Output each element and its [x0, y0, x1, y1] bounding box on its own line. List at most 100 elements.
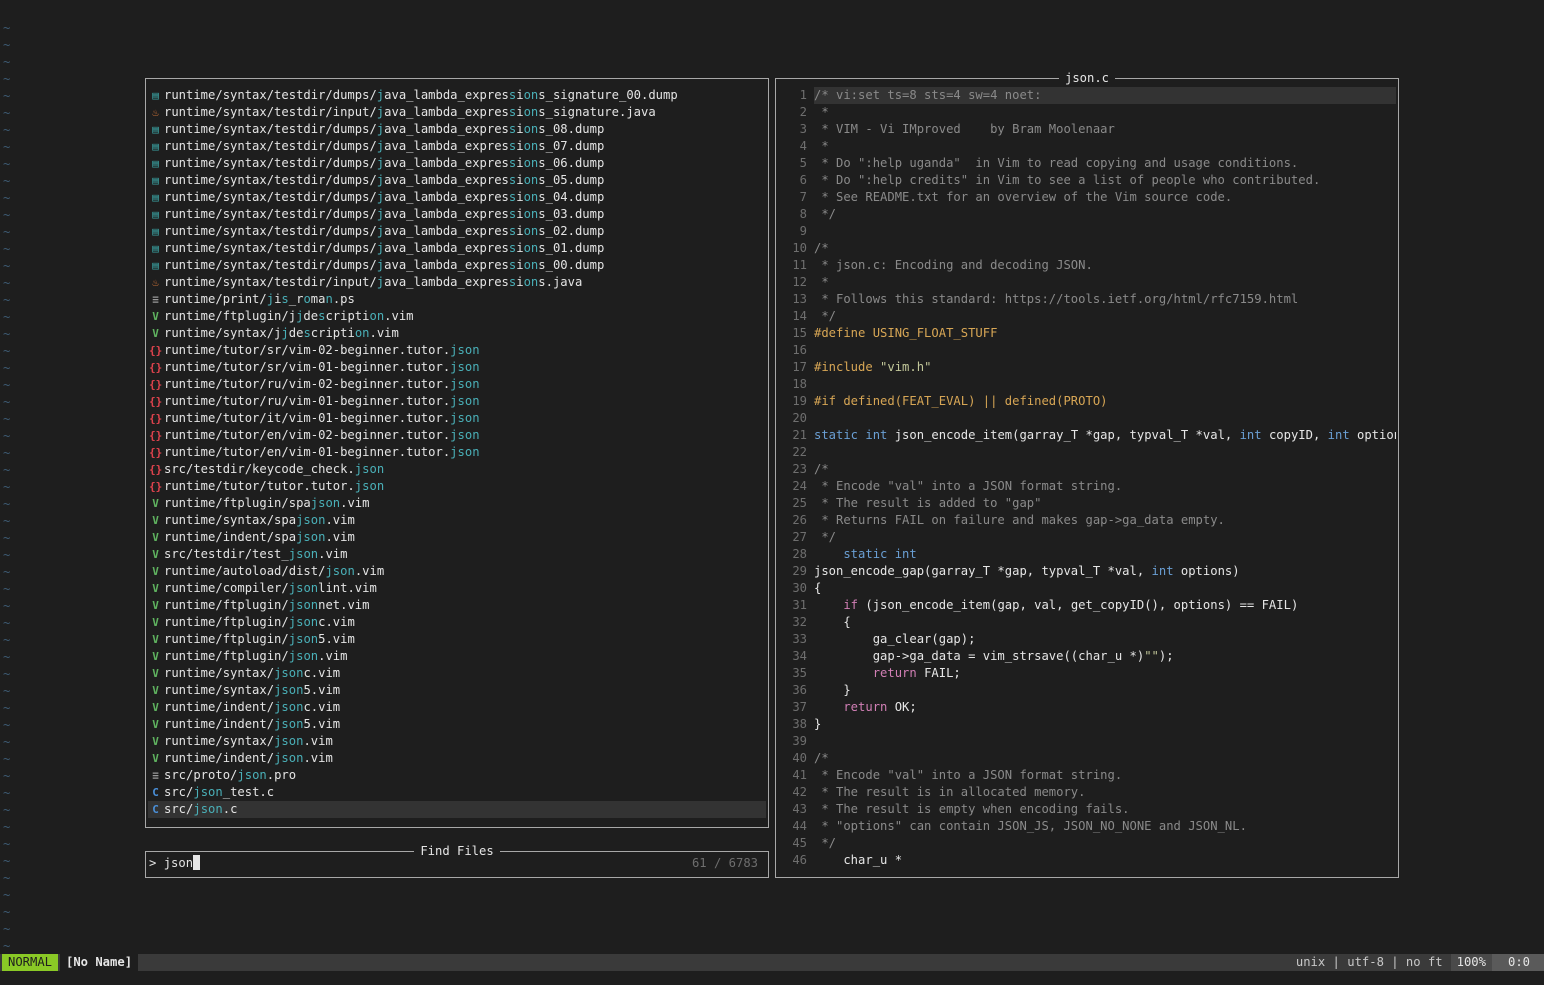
path-text: .vim	[325, 530, 355, 544]
result-row[interactable]: Vruntime/ftplugin/spajson.vim	[148, 495, 766, 512]
result-row[interactable]: Vruntime/indent/json5.vim	[148, 716, 766, 733]
result-row[interactable]: {} runtime/tutor/ru/vim-02-beginner.tutor…	[148, 376, 766, 393]
result-row[interactable]: Vruntime/syntax/jjdescription.vim	[148, 325, 766, 342]
result-row[interactable]: Vruntime/compiler/jsonlint.vim	[148, 580, 766, 597]
code-text: if (json_encode_item(gap, val, get_copyI…	[814, 597, 1396, 614]
search-input[interactable]: json	[164, 856, 193, 870]
result-row[interactable]: {} runtime/tutor/tutor.tutor.json	[148, 478, 766, 495]
result-row[interactable]: ▤ runtime/syntax/testdir/dumps/java_lambd…	[148, 138, 766, 155]
line-number: 6	[799, 173, 807, 187]
result-row[interactable]: ▤ runtime/syntax/testdir/dumps/java_lambd…	[148, 240, 766, 257]
path-text: .vim	[303, 734, 333, 748]
result-row[interactable]: Vruntime/ftplugin/jsonnet.vim	[148, 597, 766, 614]
code-line: 11 * json.c: Encoding and decoding JSON.	[776, 257, 1396, 274]
line-number: 14	[792, 309, 807, 323]
result-row[interactable]: {} runtime/tutor/sr/vim-02-beginner.tutor…	[148, 342, 766, 359]
result-row[interactable]: {} runtime/tutor/en/vim-02-beginner.tutor…	[148, 427, 766, 444]
path-text: cripti	[310, 326, 355, 340]
result-row[interactable]: Vruntime/ftplugin/json5.vim	[148, 631, 766, 648]
path-text: runtime/syntax/testdir/dumps/	[164, 139, 377, 153]
result-row[interactable]: Vruntime/autoload/dist/json.vim	[148, 563, 766, 580]
result-row[interactable]: ≡ runtime/print/jis_roman.ps	[148, 291, 766, 308]
result-row[interactable]: Vruntime/ftplugin/jsonc.vim	[148, 614, 766, 631]
line-number: 20	[792, 411, 807, 425]
result-row[interactable]: {} runtime/tutor/en/vim-01-beginner.tutor…	[148, 444, 766, 461]
empty-line-marker: ~	[3, 55, 11, 69]
result-row[interactable]: {} runtime/tutor/ru/vim-01-beginner.tutor…	[148, 393, 766, 410]
result-row[interactable]: ≡ src/proto/json.pro	[148, 767, 766, 784]
empty-line-marker: ~	[3, 701, 11, 715]
result-row[interactable]: Vruntime/syntax/jsonc.vim	[148, 665, 766, 682]
json-icon: {}	[149, 463, 163, 476]
preview-panel[interactable]: json.c 1 /* vi:set ts=8 sts=4 sw=4 noet: 2…	[775, 71, 1399, 878]
results-list[interactable]: ▤ runtime/syntax/testdir/dumps/j ava_lambd…	[148, 87, 766, 818]
result-row[interactable]: Vruntime/syntax/json5.vim	[148, 682, 766, 699]
result-row[interactable]: ♨ runtime/syntax/testdir/input/java_lambd…	[148, 274, 766, 291]
match-char: s	[303, 513, 311, 527]
result-row[interactable]: {} runtime/tutor/sr/vim-01-beginner.tutor…	[148, 359, 766, 376]
empty-line-marker: ~	[3, 412, 11, 426]
result-row[interactable]: {} runtime/tutor/it/vim-01-beginner.tutor…	[148, 410, 766, 427]
result-row[interactable]: ▤ runtime/syntax/testdir/dumps/java_lambd…	[148, 121, 766, 138]
match-char: n	[472, 343, 480, 357]
prompt-symbol: >	[149, 856, 157, 870]
vim-icon: V	[152, 616, 159, 629]
path-text: _r	[288, 292, 304, 306]
empty-line-marker: ~	[3, 854, 11, 868]
result-row[interactable]: ▤ runtime/syntax/testdir/dumps/java_lambd…	[148, 206, 766, 223]
result-row[interactable]: Vruntime/ftplugin/jjdescription.vim	[148, 308, 766, 325]
match-char: j	[450, 394, 458, 408]
code-line: 44 * "options" can contain JSON_JS, JSON…	[776, 818, 1396, 835]
path-text: runtime/ftplugin/	[164, 649, 289, 663]
path-text: i	[516, 258, 524, 272]
empty-line-marker: ~	[3, 548, 11, 562]
result-row[interactable]: Csrc/json.c	[148, 801, 766, 818]
line-number: 15	[792, 326, 807, 340]
result-row[interactable]: Vsrc/testdir/test_json.vim	[148, 546, 766, 563]
code-preview[interactable]: 1/* vi:set ts=8 sts=4 sw=4 noet: 2 * 3 * V…	[776, 87, 1396, 869]
code-token: /*	[814, 751, 829, 765]
match-char: o	[288, 700, 297, 714]
file-lines-icon: ▤	[152, 157, 159, 170]
result-row[interactable]: ♨ runtime/syntax/testdir/input/java_lambd…	[148, 104, 766, 121]
result-row[interactable]: {} src/testdir/keycode_check.json	[148, 461, 766, 478]
c-file-icon: C	[152, 803, 159, 816]
match-char: n	[472, 428, 480, 442]
result-row[interactable]: Vruntime/indent/spajson.vim	[148, 529, 766, 546]
match-char: j	[288, 615, 297, 629]
result-row[interactable]: ▤ runtime/syntax/testdir/dumps/java_lambd…	[148, 155, 766, 172]
match-char: j	[325, 564, 333, 578]
code-text: * Returns FAIL on failure and makes gap-…	[814, 512, 1396, 529]
empty-line-marker: ~	[3, 21, 11, 35]
result-row[interactable]: ▤ runtime/syntax/testdir/dumps/java_lambd…	[148, 223, 766, 240]
result-row[interactable]: Vruntime/syntax/spajson.vim	[148, 512, 766, 529]
results-panel[interactable]: ▤ runtime/syntax/testdir/dumps/j ava_lambd…	[145, 78, 769, 828]
path-text: ava_lambda_expres	[384, 122, 509, 136]
result-row[interactable]: Vruntime/ftplugin/json.vim	[148, 648, 766, 665]
match-char: o	[288, 717, 297, 731]
result-row[interactable]: Vruntime/indent/json.vim	[148, 750, 766, 767]
match-char: n	[472, 394, 480, 408]
line-number: 17	[792, 360, 807, 374]
match-char: j	[450, 411, 458, 425]
result-row[interactable]: Vruntime/indent/jsonc.vim	[148, 699, 766, 716]
path-text: runtime/indent/	[164, 717, 275, 731]
result-row[interactable]: ▤ runtime/syntax/testdir/dumps/java_lambd…	[148, 257, 766, 274]
match-char: o	[369, 479, 377, 493]
code-text: * Do ":help uganda" in Vim to read copyi…	[814, 155, 1396, 172]
empty-line-marker: ~	[3, 276, 11, 290]
result-row[interactable]: Csrc/json_test.c	[148, 784, 766, 801]
path-text: ava_lambda_expres	[384, 207, 509, 221]
empty-line-marker: ~	[3, 633, 11, 647]
result-row[interactable]: ▤ runtime/syntax/testdir/dumps/java_lambd…	[148, 189, 766, 206]
code-line: 15 #define USING_FLOAT_STUFF	[776, 325, 1396, 342]
prompt-line[interactable]: > json	[149, 855, 201, 872]
result-row[interactable]: ▤ runtime/syntax/testdir/dumps/java_lambd…	[148, 87, 766, 104]
finder-prompt[interactable]: Find Files > json 61 / 6783	[145, 844, 769, 878]
result-row[interactable]: ▤ runtime/syntax/testdir/dumps/java_lambd…	[148, 172, 766, 189]
code-text: /* vi:set ts=8 sts=4 sw=4 noet:	[814, 87, 1396, 104]
result-row[interactable]: Vruntime/syntax/json.vim	[148, 733, 766, 750]
path-text: runtime/ftplugin/	[164, 632, 289, 646]
path-text: src/testdir/test_	[164, 547, 289, 561]
code-token: * VIM - Vi IMproved by Bram Moolenaar	[814, 122, 1115, 136]
